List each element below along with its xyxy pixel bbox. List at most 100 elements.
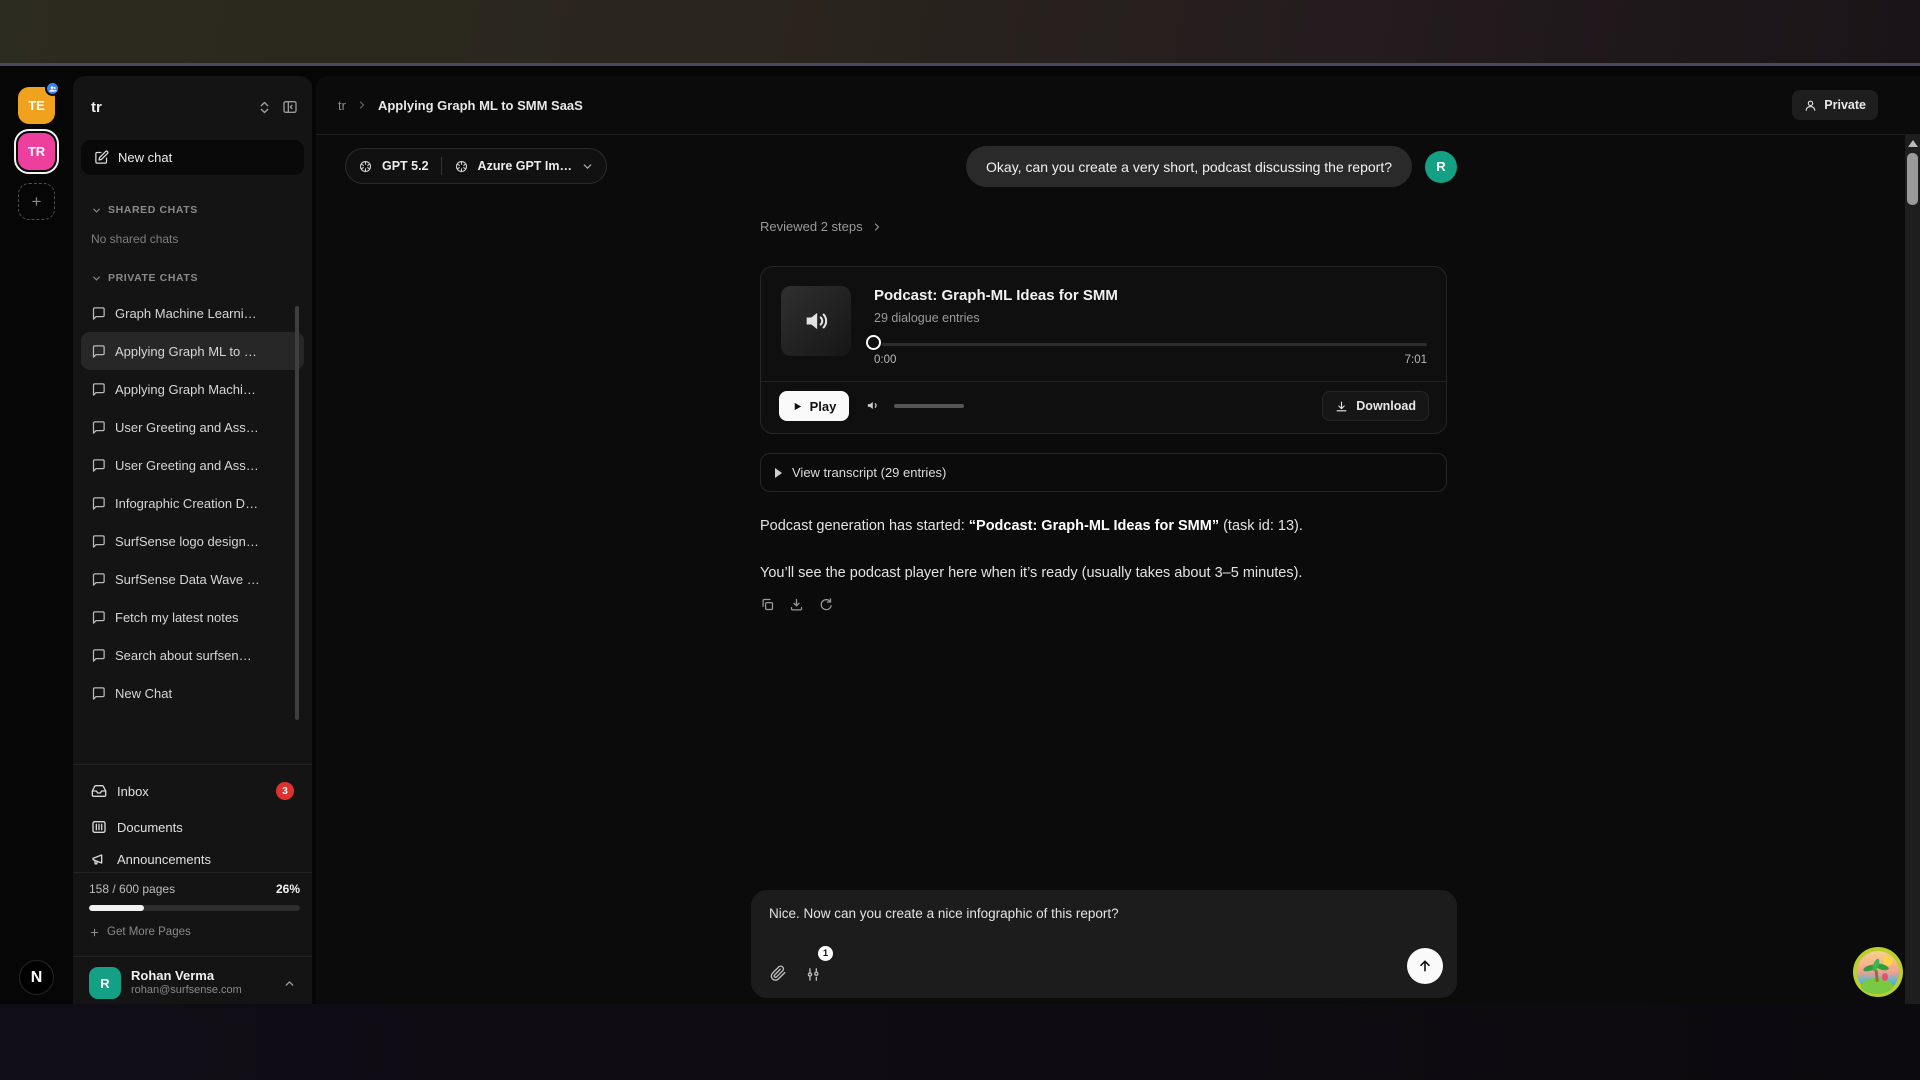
inbox-label: Inbox: [117, 784, 149, 799]
chevron-right-icon: [356, 99, 368, 111]
person-icon: [1804, 99, 1817, 112]
main-header: tr Applying Graph ML to SMM SaaS Private: [316, 76, 1920, 135]
page-scrollbar[interactable]: [1905, 135, 1920, 1004]
reviewed-steps-label: Reviewed 2 steps: [760, 219, 863, 234]
chat-bubble-icon: [91, 610, 106, 625]
visibility-private-button[interactable]: Private: [1792, 90, 1878, 120]
usage-meter: 158 / 600 pages 26%: [89, 882, 300, 911]
copy-button[interactable]: [760, 597, 775, 612]
chat-title: Applying Graph ML to …: [115, 344, 257, 359]
chat-list-item[interactable]: Applying Graph ML to …: [81, 332, 304, 370]
message-actions: [760, 597, 833, 612]
download-audio-button[interactable]: [789, 597, 804, 612]
current-time: 0:00: [874, 354, 896, 366]
send-button[interactable]: [1407, 948, 1443, 984]
composer[interactable]: Nice. Now can you create a nice infograp…: [751, 890, 1457, 998]
volume-icon[interactable]: [865, 397, 882, 414]
model-secondary-label: Azure GPT Im…: [478, 159, 572, 173]
podcast-player-card: Podcast: Graph-ML Ideas for SMM 29 dialo…: [760, 266, 1447, 434]
seek-bar[interactable]: [882, 343, 1427, 346]
plus-icon: [89, 927, 100, 938]
chat-bubble-icon: [91, 686, 106, 701]
connectors-button[interactable]: [805, 966, 822, 983]
chat-bubble-icon: [91, 344, 106, 359]
new-chat-button[interactable]: New chat: [81, 140, 304, 175]
breadcrumb-current: Applying Graph ML to SMM SaaS: [378, 98, 583, 113]
regenerate-button[interactable]: [818, 597, 833, 612]
chat-list-item[interactable]: User Greeting and Ass…: [81, 408, 304, 446]
user-message-avatar: R: [1425, 151, 1457, 183]
sidebar: tr New chat SHARED CHATS No shared chats…: [73, 76, 312, 1004]
chat-list-item[interactable]: Fetch my latest notes: [81, 598, 304, 636]
add-workspace-button[interactable]: +: [18, 183, 55, 220]
private-chats-section-toggle[interactable]: PRIVATE CHATS: [81, 272, 208, 284]
sidebar-item-documents[interactable]: Documents: [81, 810, 304, 844]
transcript-label: View transcript (29 entries): [792, 465, 946, 480]
arrow-up-icon: [1417, 958, 1433, 974]
chat-list-item[interactable]: Applying Graph Machi…: [81, 370, 304, 408]
play-button[interactable]: Play: [779, 391, 849, 421]
chat-title: User Greeting and Ass…: [115, 420, 259, 435]
people-icon: [49, 85, 57, 93]
status-message-2: You’ll see the podcast player here when …: [760, 563, 1447, 583]
workspace-tr[interactable]: TR: [18, 133, 55, 170]
model-primary-label: GPT 5.2: [382, 159, 429, 173]
chat-list-item[interactable]: Search about surfsen…: [81, 636, 304, 674]
island-sticker[interactable]: [1852, 946, 1904, 998]
view-transcript-toggle[interactable]: View transcript (29 entries): [760, 453, 1447, 492]
workspace-te[interactable]: TE: [18, 87, 55, 124]
user-message-bubble: Okay, can you create a very short, podca…: [966, 146, 1412, 187]
chat-bubble-icon: [91, 458, 106, 473]
sidebar-collapse-button[interactable]: [282, 99, 298, 115]
seek-knob[interactable]: [866, 335, 881, 350]
user-menu[interactable]: R Rohan Verma rohan@surfsense.com: [81, 962, 304, 1004]
breadcrumb-root[interactable]: tr: [338, 98, 346, 113]
composer-input[interactable]: Nice. Now can you create a nice infograp…: [769, 906, 1119, 921]
user-avatar-initial: R: [100, 976, 109, 991]
chat-list-item[interactable]: SurfSense Data Wave …: [81, 560, 304, 598]
shared-chats-section-toggle[interactable]: SHARED CHATS: [81, 204, 208, 216]
sidebar-item-announcements[interactable]: Announcements: [81, 842, 304, 876]
podcast-title: Podcast: Graph-ML Ideas for SMM: [874, 287, 1118, 304]
shared-chats-label: SHARED CHATS: [108, 204, 198, 216]
play-label: Play: [810, 399, 837, 414]
chevron-down-icon: [581, 160, 594, 173]
private-chats-label: PRIVATE CHATS: [108, 272, 198, 284]
scroll-up-arrow[interactable]: [1908, 140, 1918, 147]
volume-slider[interactable]: [894, 404, 964, 408]
chat-title: New Chat: [115, 686, 172, 701]
documents-label: Documents: [117, 820, 183, 835]
chat-title: Graph Machine Learni…: [115, 306, 257, 321]
logo-letter: N: [31, 969, 43, 987]
chat-bubble-icon: [91, 572, 106, 587]
download-button[interactable]: Download: [1322, 391, 1429, 421]
connectors-count-badge: 1: [818, 946, 833, 961]
chat-list-item[interactable]: SurfSense logo design…: [81, 522, 304, 560]
reviewed-steps-toggle[interactable]: Reviewed 2 steps: [760, 219, 883, 234]
user-name: Rohan Verma: [131, 968, 242, 984]
scrollbar-thumb[interactable]: [1907, 153, 1918, 205]
chat-title: Fetch my latest notes: [115, 610, 239, 625]
main-panel: tr Applying Graph ML to SMM SaaS Private…: [316, 76, 1920, 1004]
nextjs-logo[interactable]: N: [19, 960, 54, 995]
chat-title: User Greeting and Ass…: [115, 458, 259, 473]
chevron-up-icon: [283, 977, 296, 990]
get-more-pages-button[interactable]: Get More Pages: [85, 922, 195, 942]
chat-list: Graph Machine Learni… Applying Graph ML t…: [81, 294, 304, 712]
sidebar-item-inbox[interactable]: Inbox 3: [81, 774, 304, 808]
attach-file-button[interactable]: [769, 964, 787, 982]
chat-list-item[interactable]: Graph Machine Learni…: [81, 294, 304, 332]
sidebar-header: tr: [73, 76, 312, 138]
chat-title: Search about surfsen…: [115, 648, 252, 663]
pages-percent-label: 26%: [276, 882, 300, 896]
divider: [73, 764, 312, 765]
chat-list-item[interactable]: User Greeting and Ass…: [81, 446, 304, 484]
model-selector[interactable]: GPT 5.2 Azure GPT Im…: [345, 148, 607, 184]
chat-list-scrollbar[interactable]: [295, 306, 299, 720]
workspace-switcher-button[interactable]: [257, 100, 272, 115]
chat-list-item[interactable]: New Chat: [81, 674, 304, 712]
library-icon: [91, 819, 107, 835]
workspace-notification-badge: [45, 81, 60, 96]
private-label: Private: [1824, 98, 1866, 112]
chat-list-item[interactable]: Infographic Creation D…: [81, 484, 304, 522]
